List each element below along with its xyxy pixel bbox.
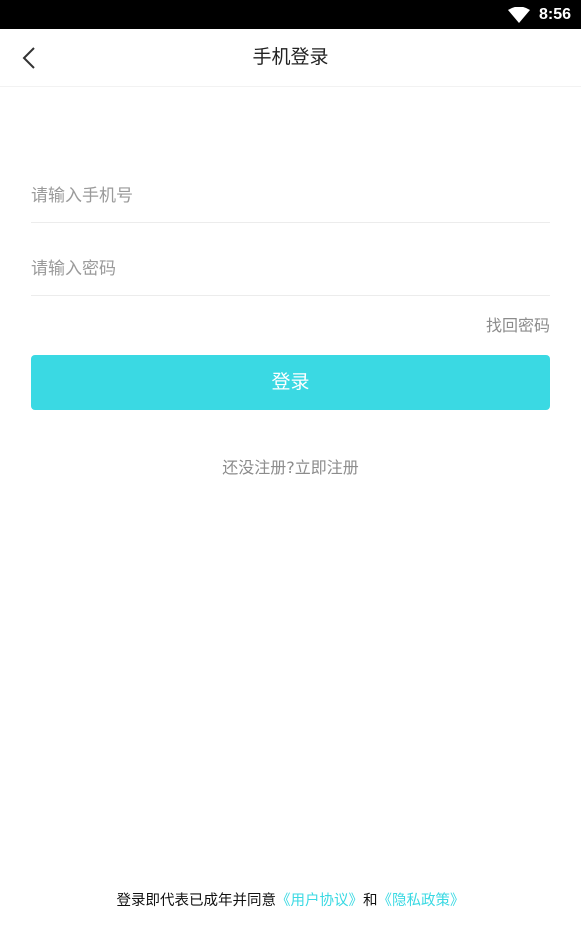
wifi-icon bbox=[508, 6, 530, 23]
page-title: 手机登录 bbox=[252, 46, 329, 68]
agreement-text: 登录即代表已成年并同意《用户协议》和《隐私政策》 bbox=[0, 890, 581, 912]
phone-input[interactable] bbox=[31, 176, 550, 216]
privacy-policy-link[interactable]: 《隐私政策》 bbox=[378, 893, 465, 909]
register-link[interactable]: 立即注册 bbox=[295, 458, 359, 477]
forgot-password-link[interactable]: 找回密码 bbox=[486, 315, 550, 337]
register-row: 还没注册?立即注册 bbox=[0, 457, 581, 479]
status-bar: 8:56 bbox=[0, 0, 581, 29]
status-time: 8:56 bbox=[538, 6, 571, 23]
register-prompt: 还没注册? bbox=[222, 458, 295, 477]
user-agreement-link[interactable]: 《用户协议》 bbox=[276, 893, 363, 909]
password-field bbox=[31, 249, 550, 296]
password-input[interactable] bbox=[31, 249, 550, 289]
agreement-prefix: 登录即代表已成年并同意 bbox=[116, 893, 277, 909]
nav-bar: 手机登录 bbox=[0, 29, 581, 87]
agreement-conjunction: 和 bbox=[363, 893, 378, 909]
login-button[interactable]: 登录 bbox=[31, 355, 550, 410]
phone-field bbox=[31, 176, 550, 223]
